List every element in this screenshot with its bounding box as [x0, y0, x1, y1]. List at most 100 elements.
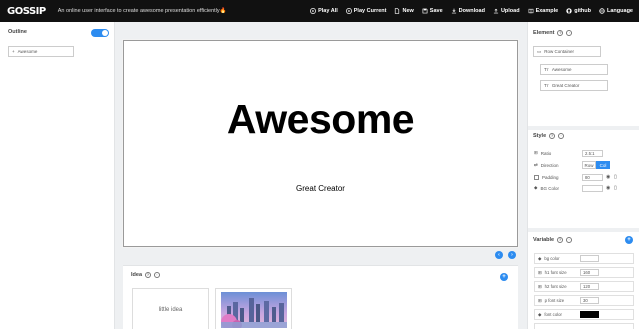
- file-icon: [395, 8, 400, 14]
- language-button[interactable]: Language: [599, 8, 633, 14]
- idea-header: Idea ? ·: [131, 272, 161, 278]
- outline-title: Outline: [8, 29, 27, 35]
- idea-card-image[interactable]: [215, 288, 292, 329]
- variable-header: Variable ? ·: [533, 237, 573, 243]
- slide-heading[interactable]: Awesome: [124, 96, 517, 143]
- font-size-icon: ⊞: [538, 297, 542, 303]
- text-icon: Tт: [544, 67, 549, 72]
- bg-color-input[interactable]: [582, 184, 603, 192]
- variable-name: bg color: [544, 256, 560, 261]
- padding-checkbox[interactable]: [534, 174, 539, 180]
- variable-name: p font size: [544, 298, 565, 303]
- tree-node-label: Great Creator: [551, 83, 580, 88]
- next-slide-button[interactable]: ›: [508, 251, 516, 259]
- variable-row[interactable]: ⊞ h1 font size 160: [534, 267, 634, 278]
- idea-card[interactable]: little idea: [132, 288, 209, 329]
- settings-icon[interactable]: ·: [558, 133, 565, 139]
- play-current-button[interactable]: Play Current: [345, 8, 386, 14]
- eye-icon[interactable]: ◉: [606, 185, 611, 191]
- direction-row-option[interactable]: Row: [582, 161, 596, 169]
- text-icon: Tт: [544, 83, 549, 88]
- ratio-label: Ratio: [540, 150, 552, 156]
- app-logo[interactable]: GOSSIP: [7, 6, 46, 17]
- idea-panel: Idea ? · + little idea: [123, 265, 518, 329]
- ratio-icon: ⊞: [534, 150, 538, 155]
- direction-col-option[interactable]: Col: [596, 161, 610, 169]
- settings-icon[interactable]: ·: [154, 272, 161, 278]
- divider: [528, 228, 639, 232]
- eye-icon[interactable]: ◉: [606, 174, 611, 180]
- tree-node-heading[interactable]: Tт Awesome: [540, 64, 608, 75]
- new-button[interactable]: New: [394, 8, 414, 14]
- upload-icon: [493, 8, 499, 14]
- help-icon[interactable]: ?: [557, 30, 564, 36]
- example-button[interactable]: Example: [528, 8, 559, 14]
- globe-icon: [599, 8, 605, 14]
- variable-value[interactable]: 30: [580, 297, 599, 304]
- style-header: Style ? ·: [533, 133, 565, 139]
- direction-icon: ⇄: [534, 162, 538, 167]
- ratio-input[interactable]: 2.5:1: [582, 149, 603, 157]
- direction-label: Direction: [540, 162, 559, 168]
- variable-value[interactable]: 120: [580, 283, 599, 290]
- paint-bucket-icon: ◆: [534, 185, 538, 190]
- tree-node-label: Awesome: [551, 67, 572, 72]
- variable-row[interactable]: ⊞ h2 font size 120: [534, 281, 634, 292]
- expand-icon[interactable]: +: [12, 49, 15, 54]
- idea-card-label: little idea: [158, 307, 183, 313]
- slide-canvas[interactable]: Awesome Great Creator: [123, 40, 518, 247]
- play-all-button[interactable]: Play All: [310, 8, 338, 14]
- toolbar: Play All Play Current New Save Download …: [310, 0, 633, 22]
- slide-paragraph[interactable]: Great Creator: [124, 184, 517, 193]
- example-label: Example: [535, 8, 559, 14]
- element-header: Element ? ·: [533, 30, 573, 36]
- play-all-label: Play All: [318, 8, 338, 14]
- add-variable-button[interactable]: +: [625, 236, 633, 244]
- trash-icon[interactable]: ▯: [614, 174, 619, 180]
- tree-node-paragraph[interactable]: Tт Great Creator: [540, 80, 608, 91]
- download-button[interactable]: Download: [451, 8, 485, 14]
- style-title: Style: [533, 133, 547, 139]
- city-image: [221, 292, 287, 328]
- variable-value[interactable]: 160: [580, 269, 599, 276]
- download-icon: [451, 8, 456, 14]
- variable-row[interactable]: ◆ font color: [534, 309, 634, 320]
- help-icon[interactable]: ?: [549, 133, 556, 139]
- outline-panel: Outline + Awesome: [0, 22, 115, 329]
- app-tagline: An online user interface to create aweso…: [57, 8, 227, 14]
- properties-panel: Element ? · ▭ Row Container Tт Awesome T…: [527, 22, 639, 329]
- outline-item[interactable]: + Awesome: [8, 46, 74, 57]
- trash-icon[interactable]: ▯: [614, 185, 619, 191]
- variable-name: h1 font size: [544, 270, 567, 275]
- font-size-icon: ⊞: [538, 283, 542, 289]
- bg-color-label: BG Color: [540, 185, 559, 191]
- add-idea-button[interactable]: +: [500, 273, 508, 281]
- help-icon[interactable]: ?: [557, 237, 564, 243]
- new-label: New: [402, 8, 414, 14]
- container-icon: ▭: [537, 48, 542, 54]
- bg-color-row: ◆ BG Color ◉ ▯: [534, 183, 634, 193]
- padding-input[interactable]: 80: [582, 173, 603, 181]
- tree-node-row-container[interactable]: ▭ Row Container: [533, 46, 601, 57]
- variable-value[interactable]: [580, 255, 599, 262]
- help-icon[interactable]: ?: [145, 272, 152, 278]
- variable-name: font color: [544, 312, 562, 317]
- book-icon: [528, 8, 533, 14]
- prev-slide-button[interactable]: ‹: [495, 251, 503, 259]
- font-color-swatch[interactable]: [580, 311, 599, 318]
- top-bar: GOSSIP An online user interface to creat…: [0, 0, 639, 22]
- settings-icon[interactable]: ·: [566, 237, 573, 243]
- save-button[interactable]: Save: [422, 8, 443, 14]
- settings-icon[interactable]: ·: [566, 30, 573, 36]
- paint-bucket-icon: ◆: [538, 255, 542, 261]
- play-icon: [310, 8, 317, 14]
- github-button[interactable]: github: [566, 8, 591, 14]
- font-size-icon: ⊞: [538, 269, 542, 275]
- outline-toggle[interactable]: [91, 29, 109, 37]
- variable-row[interactable]: ⊞ p font size 30: [534, 295, 634, 306]
- save-label: Save: [429, 8, 443, 14]
- upload-button[interactable]: Upload: [493, 8, 520, 14]
- variable-row[interactable]: ◆ bg color: [534, 253, 634, 264]
- download-label: Download: [458, 8, 485, 14]
- ratio-row: ⊞ Ratio 2.5:1: [534, 148, 634, 158]
